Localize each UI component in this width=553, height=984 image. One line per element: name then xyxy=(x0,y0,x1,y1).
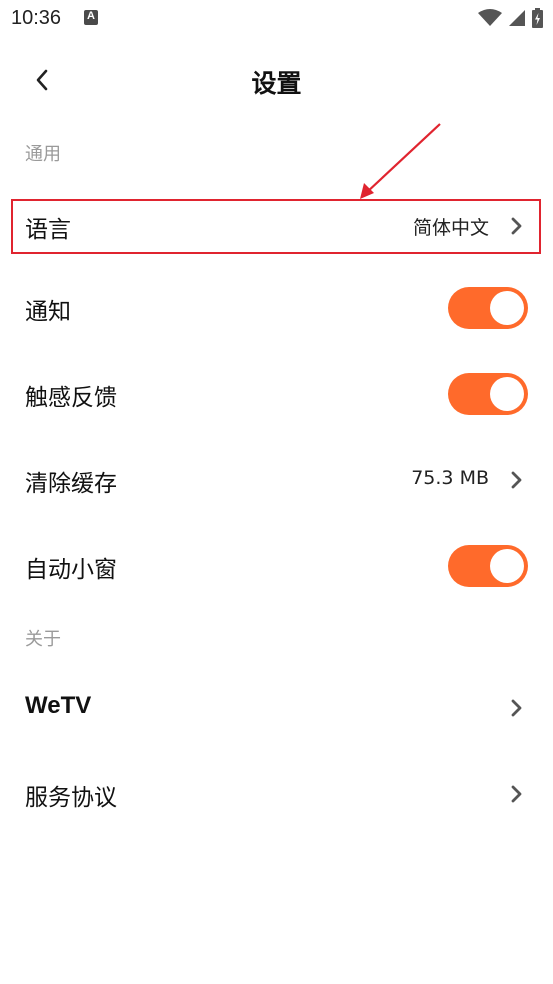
status-bar: 10:36 xyxy=(0,0,553,38)
toggle-knob xyxy=(490,377,524,411)
battery-charging-icon xyxy=(532,8,543,28)
notification-label: 通知 xyxy=(25,299,71,325)
toggle-knob xyxy=(490,291,524,325)
chevron-right-icon xyxy=(511,217,522,235)
haptics-toggle[interactable] xyxy=(448,373,528,415)
status-time: 10:36 xyxy=(11,7,62,29)
chevron-right-icon xyxy=(511,785,522,803)
haptics-label: 触感反馈 xyxy=(25,385,117,411)
wifi-icon xyxy=(478,9,502,26)
chevron-right-icon xyxy=(511,699,522,717)
settings-screen: 10:36 设置 通用 语言 简体中文 xyxy=(0,0,553,984)
chevron-right-icon xyxy=(511,471,522,489)
clear-cache-row[interactable]: 清除缓存 75.3 MB xyxy=(0,450,553,510)
cache-size-value: 75.3 MB xyxy=(411,467,489,489)
auto-pip-toggle[interactable] xyxy=(448,545,528,587)
wetv-label: WeTV xyxy=(25,692,92,719)
app-notification-icon xyxy=(84,10,98,25)
clear-cache-label: 清除缓存 xyxy=(25,471,117,497)
haptics-row: 触感反馈 xyxy=(0,364,553,424)
terms-label: 服务协议 xyxy=(25,785,117,811)
header: 设置 xyxy=(0,50,553,112)
auto-pip-row: 自动小窗 xyxy=(0,536,553,596)
auto-pip-label: 自动小窗 xyxy=(25,557,117,583)
page-title: 设置 xyxy=(251,69,302,98)
notification-toggle[interactable] xyxy=(448,287,528,329)
language-label: 语言 xyxy=(25,217,71,243)
status-icons xyxy=(478,8,543,28)
wetv-row[interactable]: WeTV xyxy=(0,678,553,738)
section-header-about: 关于 xyxy=(25,629,61,650)
language-value: 简体中文 xyxy=(412,217,489,239)
toggle-knob xyxy=(490,549,524,583)
notification-row: 通知 xyxy=(0,278,553,338)
terms-row[interactable]: 服务协议 xyxy=(0,764,553,824)
section-header-general: 通用 xyxy=(25,144,61,165)
language-row[interactable]: 语言 简体中文 xyxy=(0,196,553,256)
cellular-signal-icon xyxy=(509,10,525,26)
